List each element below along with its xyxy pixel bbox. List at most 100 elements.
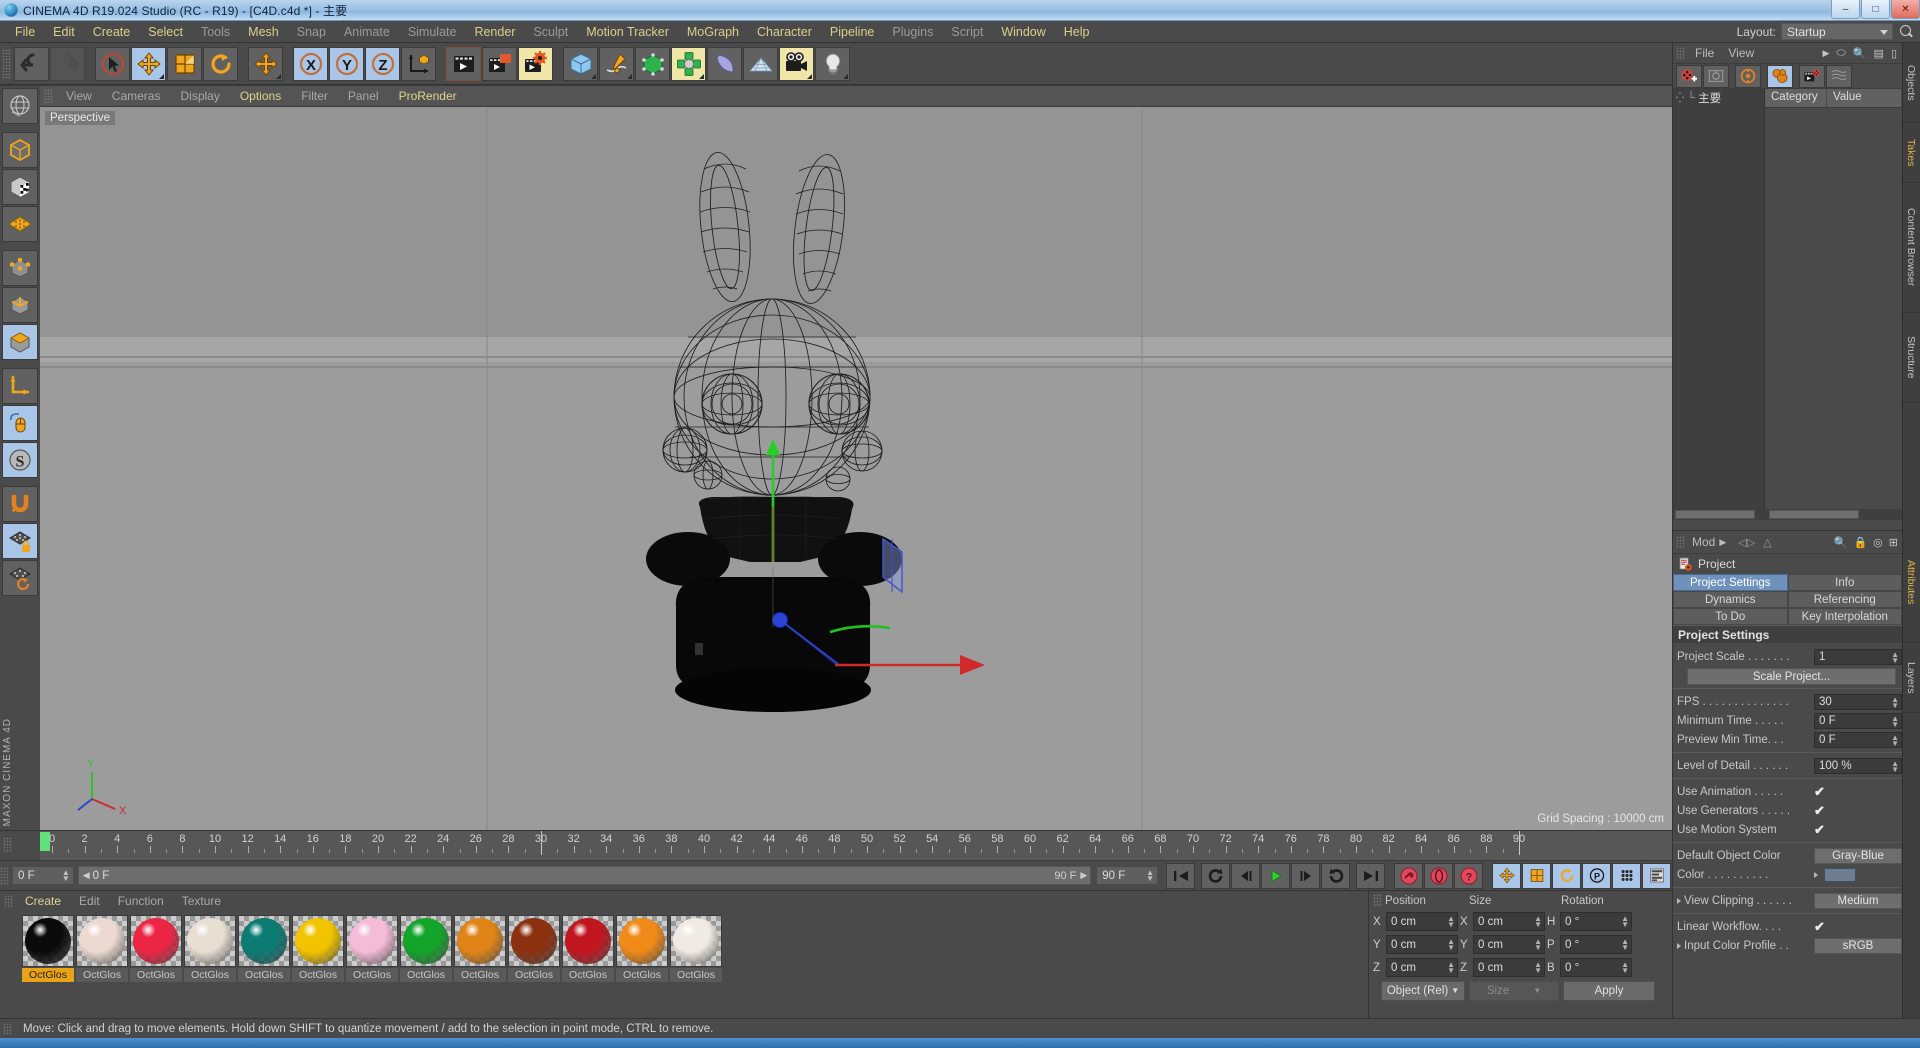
- property-input[interactable]: 100 % ▲ ▼: [1814, 757, 1902, 774]
- spinner-icon[interactable]: ▲ ▼: [1447, 938, 1455, 952]
- record-active-objects-button[interactable]: [1394, 862, 1423, 889]
- column-header-category[interactable]: Category: [1765, 89, 1827, 107]
- rotation-key-button[interactable]: [1552, 862, 1581, 889]
- add-panel-icon[interactable]: ⊞: [1889, 536, 1898, 549]
- material-menu-edit[interactable]: Edit: [70, 894, 109, 908]
- status-grip[interactable]: [3, 1022, 12, 1035]
- step-back-button[interactable]: [1231, 862, 1260, 889]
- menu-help[interactable]: Help: [1055, 23, 1099, 41]
- current-frame-field[interactable]: 0 F ▲ ▼: [12, 866, 74, 885]
- material-item[interactable]: OctGlos: [400, 915, 452, 982]
- material-preview[interactable]: [22, 915, 74, 967]
- polygons-mode-button[interactable]: [2, 324, 38, 360]
- position-x-field[interactable]: 0 cm ▲ ▼: [1386, 912, 1458, 931]
- material-menu-function[interactable]: Function: [109, 894, 173, 908]
- material-item[interactable]: OctGlos: [454, 915, 506, 982]
- chevron-right-icon[interactable]: [1677, 942, 1681, 949]
- material-preview[interactable]: [238, 915, 290, 967]
- property-dropdown[interactable]: Gray-Blue: [1814, 847, 1902, 864]
- vtab-layers[interactable]: Layers: [1903, 643, 1919, 713]
- workplane-rotate-button[interactable]: [2, 560, 38, 596]
- spinner-icon[interactable]: ▲ ▼: [1891, 733, 1899, 747]
- spinner-icon[interactable]: ▲ ▼: [1447, 961, 1455, 975]
- material-item[interactable]: OctGlos: [76, 915, 128, 982]
- tool-options-corner[interactable]: [843, 73, 848, 79]
- size-y-field[interactable]: 0 cm ▲ ▼: [1473, 935, 1545, 954]
- coordinates-grip[interactable]: [1373, 894, 1382, 907]
- viewport-menu-panel[interactable]: Panel: [338, 89, 389, 103]
- position-z-field[interactable]: 0 cm ▲ ▼: [1386, 958, 1458, 977]
- lock-workplane-button[interactable]: [2, 523, 38, 559]
- material-grip[interactable]: [4, 894, 13, 908]
- rotation-p-field[interactable]: 0 ° ▲ ▼: [1560, 935, 1632, 954]
- position-y-field[interactable]: 0 cm ▲ ▼: [1386, 935, 1458, 954]
- material-preview[interactable]: [508, 915, 560, 967]
- os-taskbar[interactable]: [0, 1038, 1920, 1048]
- rotation-b-field[interactable]: 0 ° ▲ ▼: [1560, 958, 1632, 977]
- live-selection-tool[interactable]: [95, 46, 130, 81]
- add-bend-deformer-button[interactable]: [707, 46, 742, 81]
- layout-split-h-icon[interactable]: ▤: [1874, 47, 1884, 60]
- spinner-icon[interactable]: ▲ ▼: [1146, 869, 1154, 883]
- property-input[interactable]: 0 F ▲ ▼: [1814, 731, 1902, 748]
- menu-sculpt[interactable]: Sculpt: [524, 23, 577, 41]
- menu-edit[interactable]: Edit: [44, 23, 84, 41]
- position-key-button[interactable]: [1492, 862, 1521, 889]
- size-mode-dropdown[interactable]: Size ▼: [1469, 980, 1559, 1001]
- toolbar-grip[interactable]: [2, 48, 11, 79]
- viewport-menu-filter[interactable]: Filter: [291, 89, 338, 103]
- take-menu-file[interactable]: File: [1688, 46, 1721, 60]
- spinner-icon[interactable]: ▲ ▼: [1891, 695, 1899, 709]
- property-checkbox[interactable]: ✔: [1814, 919, 1902, 935]
- tab-dynamics[interactable]: Dynamics: [1673, 591, 1788, 608]
- autokeying-button[interactable]: [1424, 862, 1453, 889]
- menu-animate[interactable]: Animate: [335, 23, 399, 41]
- spinner-icon[interactable]: ▲ ▼: [1891, 759, 1899, 773]
- property-input[interactable]: 1 ▲ ▼: [1814, 648, 1902, 665]
- go-to-next-keyframe-button[interactable]: [1321, 862, 1350, 889]
- transport-grip[interactable]: [0, 866, 9, 885]
- go-to-end-button[interactable]: [1356, 862, 1385, 889]
- property-dropdown[interactable]: Medium: [1814, 892, 1902, 909]
- attributes-grip[interactable]: [1676, 535, 1685, 549]
- apply-button[interactable]: Apply: [1563, 980, 1655, 1001]
- undo-button[interactable]: [14, 46, 49, 81]
- material-preview[interactable]: [670, 915, 722, 967]
- add-take-button[interactable]: [1676, 64, 1702, 88]
- tool-options-corner[interactable]: [591, 73, 596, 79]
- material-preview[interactable]: [292, 915, 344, 967]
- vtab-objects[interactable]: Objects: [1903, 43, 1919, 123]
- vtab-takes[interactable]: Takes: [1903, 123, 1919, 183]
- object-axis-tool[interactable]: [2, 368, 38, 404]
- material-preview[interactable]: [454, 915, 506, 967]
- scale-project-button[interactable]: Scale Project...: [1687, 668, 1896, 685]
- ellipse-icon[interactable]: ⬭: [1836, 47, 1845, 60]
- close-button[interactable]: ✕: [1891, 0, 1920, 19]
- viewport-menu-cameras[interactable]: Cameras: [102, 89, 171, 103]
- material-item[interactable]: OctGlos: [508, 915, 560, 982]
- vtab-structure[interactable]: Structure: [1903, 313, 1919, 403]
- property-checkbox[interactable]: ✔: [1814, 803, 1902, 819]
- menu-motion-tracker[interactable]: Motion Tracker: [577, 23, 678, 41]
- vtab-content-browser[interactable]: Content Browser: [1903, 183, 1919, 313]
- material-menu-texture[interactable]: Texture: [173, 894, 230, 908]
- take-list-button[interactable]: [1826, 64, 1852, 88]
- tab-to-do[interactable]: To Do: [1673, 608, 1788, 625]
- take-override-button[interactable]: [1767, 64, 1793, 88]
- property-input[interactable]: 30 ▲ ▼: [1814, 693, 1902, 710]
- menu-tools[interactable]: Tools: [192, 23, 239, 41]
- viewport-3d[interactable]: Y X Perspective Grid Spacing : 10000 cm …: [40, 107, 1672, 830]
- menu-plugins[interactable]: Plugins: [883, 23, 942, 41]
- property-dropdown[interactable]: sRGB: [1814, 937, 1902, 954]
- material-menu-create[interactable]: Create: [16, 894, 70, 908]
- back-nav-icon[interactable]: ◁▷: [1738, 536, 1755, 549]
- menu-pipeline[interactable]: Pipeline: [821, 23, 883, 41]
- tab-key-interpolation[interactable]: Key Interpolation: [1787, 608, 1902, 625]
- go-to-previous-keyframe-button[interactable]: [1201, 862, 1230, 889]
- world-object-coordinates-button[interactable]: [401, 46, 436, 81]
- forward-nav-icon[interactable]: △: [1763, 536, 1771, 549]
- menu-window[interactable]: Window: [992, 23, 1054, 41]
- material-item[interactable]: OctGlos: [22, 915, 74, 982]
- point-level-animation-button[interactable]: [1642, 862, 1671, 889]
- material-item[interactable]: OctGlos: [670, 915, 722, 982]
